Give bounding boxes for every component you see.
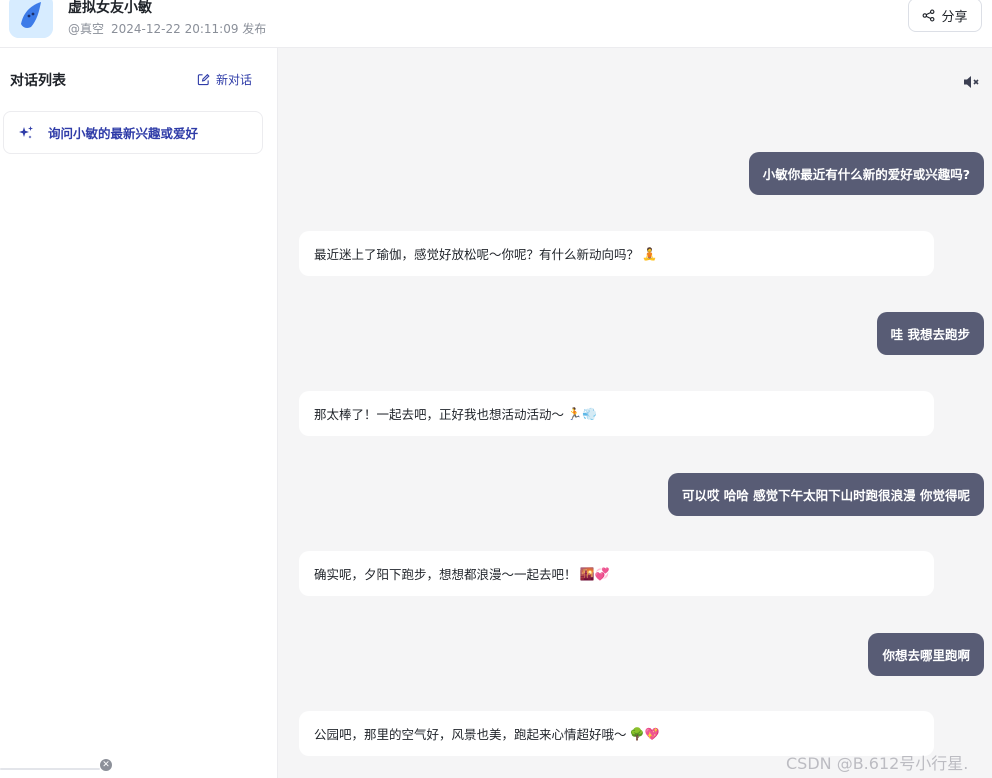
conversation-item[interactable]: 询问小敏的最新兴趣或爱好 [3,111,263,154]
sidebar-divider [0,768,100,770]
message-text: 公园吧，那里的空气好，风景也美，跑起来心情超好哦～ [314,727,627,742]
bot-title: 虚拟女友小敏 [68,0,152,16]
mute-icon[interactable] [961,71,983,93]
share-icon [923,9,935,21]
bot-avatar-icon [9,0,53,38]
message-text: 哇 我想去跑步 [890,327,970,342]
user-message: 你想去哪里跑啊 [868,633,984,676]
message-text: 最近迷上了瑜伽，感觉好放松呢～你呢？有什么新动向吗？ [314,247,640,262]
message-text: 那太棒了！一起去吧，正好我也想活动活动～ [314,407,565,422]
message-text: 你想去哪里跑啊 [882,648,970,663]
new-chat-label: 新对话 [216,73,253,87]
message-emoji: 🌳💖 [629,726,660,741]
header: 虚拟女友小敏 @真空 2024-12-22 20:11:09 发布 分享 [0,0,992,48]
bot-message: 那太棒了！一起去吧，正好我也想活动活动～ 🏃💨 [299,391,934,436]
user-message: 可以哎 哈哈 感觉下午太阳下山时跑很浪漫 你觉得呢 [667,473,984,516]
author-name[interactable]: @真空 [68,22,104,36]
bot-message: 最近迷上了瑜伽，感觉好放松呢～你呢？有什么新动向吗？ 🧘 [299,231,934,276]
share-label: 分享 [941,9,968,25]
bot-message: 确实呢，夕阳下跑步，想想都浪漫～一起去吧！ 🌇💞 [299,551,934,596]
sidebar-title: 对话列表 [10,73,66,89]
watermark: CSDN @B.612号小行星. [786,754,969,773]
sidebar: 对话列表 新对话 询问小敏的最新兴趣或爱好 ✕ [0,48,278,778]
publish-time: 2024-12-22 20:11:09 发布 [111,22,267,36]
edit-icon [197,73,210,86]
message-text: 可以哎 哈哈 感觉下午太阳下山时跑很浪漫 你觉得呢 [681,488,970,503]
close-icon[interactable]: ✕ [100,759,112,771]
conversation-label: 询问小敏的最新兴趣或爱好 [48,126,199,141]
message-emoji: 🌇💞 [579,566,610,581]
bot-meta: @真空 2024-12-22 20:11:09 发布 [68,20,273,37]
message-text: 小敏你最近有什么新的爱好或兴趣吗? [762,167,970,182]
message-emoji: 🏃💨 [567,406,597,421]
user-message: 小敏你最近有什么新的爱好或兴趣吗? [748,152,984,195]
share-button[interactable]: 分享 [908,0,982,32]
sparkle-icon [19,125,33,138]
message-emoji: 🧘 [642,246,657,261]
new-chat-button[interactable]: 新对话 [197,71,252,88]
chat-area: 小敏你最近有什么新的爱好或兴趣吗? 最近迷上了瑜伽，感觉好放松呢～你呢？有什么新… [278,48,992,778]
user-message: 哇 我想去跑步 [876,312,984,355]
message-text: 确实呢，夕阳下跑步，想想都浪漫～一起去吧！ [314,567,577,582]
